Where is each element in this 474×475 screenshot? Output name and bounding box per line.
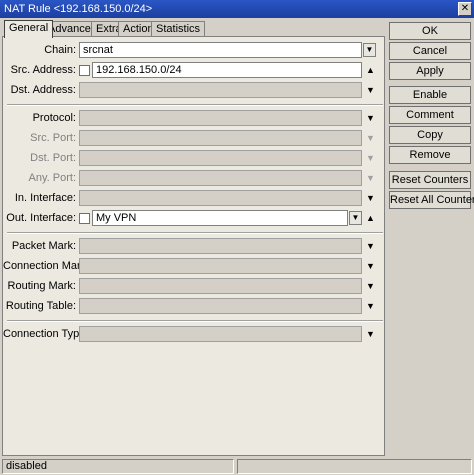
src-address-negate-checkbox[interactable] (79, 65, 90, 76)
protocol-expand-icon[interactable]: ▼ (365, 112, 376, 124)
chain-dropdown-icon[interactable]: ▼ (363, 43, 376, 57)
window-titlebar: NAT Rule <192.168.150.0/24> ✕ (0, 0, 474, 18)
protocol-input[interactable] (79, 110, 362, 126)
connection-type-input[interactable] (79, 326, 362, 342)
dst-address-input[interactable] (79, 82, 362, 98)
routing-table-input[interactable] (79, 298, 362, 314)
routing-mark-label: Routing Mark: (7, 280, 76, 292)
dst-port-expand-icon: ▼ (366, 153, 375, 163)
chain-label: Chain: (44, 44, 76, 56)
dst-address-expand-icon[interactable]: ▼ (365, 84, 376, 96)
dst-address-label: Dst. Address: (10, 84, 76, 96)
status-bar: disabled (0, 458, 474, 475)
separator (7, 320, 383, 322)
packet-mark-expand-icon[interactable]: ▼ (365, 240, 376, 252)
chain-input[interactable]: srcnat (79, 42, 362, 58)
remove-button[interactable]: Remove (389, 146, 471, 164)
src-address-label: Src. Address: (10, 64, 76, 76)
routing-mark-expand-icon[interactable]: ▼ (365, 280, 376, 292)
routing-mark-input[interactable] (79, 278, 362, 294)
packet-mark-input[interactable] (79, 238, 362, 254)
dst-port-input (79, 150, 362, 166)
connection-type-expand-icon[interactable]: ▼ (365, 328, 376, 340)
reset-all-counters-button[interactable]: Reset All Counters (389, 191, 474, 209)
in-interface-input[interactable] (79, 190, 362, 206)
reset-counters-button[interactable]: Reset Counters (389, 171, 471, 189)
out-interface-dropdown-icon[interactable]: ▼ (349, 211, 362, 225)
connection-mark-expand-icon[interactable]: ▼ (365, 260, 376, 272)
packet-mark-label: Packet Mark: (11, 240, 76, 252)
out-interface-negate-checkbox[interactable] (79, 213, 90, 224)
apply-button[interactable]: Apply (389, 62, 471, 80)
cancel-button[interactable]: Cancel (389, 42, 471, 60)
window-title: NAT Rule <192.168.150.0/24> (4, 3, 153, 15)
src-address-input[interactable]: 192.168.150.0/24 (92, 62, 362, 78)
connection-mark-input[interactable] (79, 258, 362, 274)
copy-button[interactable]: Copy (389, 126, 471, 144)
general-panel: Chain: srcnat ▼ Src. Address: 192.168.15… (2, 36, 385, 456)
separator (7, 232, 383, 234)
connection-mark-label: Connection Mark: (3, 260, 90, 272)
any-port-label: Any. Port: (28, 172, 76, 184)
any-port-expand-icon: ▼ (366, 173, 375, 183)
status-cell-empty (237, 459, 472, 474)
src-port-expand-icon: ▼ (366, 133, 375, 143)
any-port-input (79, 170, 362, 186)
out-interface-label: Out. Interface: (6, 212, 76, 224)
routing-table-expand-icon[interactable]: ▼ (365, 300, 376, 312)
connection-type-label: Connection Type: (3, 328, 89, 340)
separator (7, 104, 383, 106)
enable-button[interactable]: Enable (389, 86, 471, 104)
src-port-input (79, 130, 362, 146)
tab-statistics[interactable]: Statistics (151, 21, 206, 37)
out-interface-input[interactable]: My VPN (92, 210, 348, 226)
tab-general[interactable]: General (4, 20, 54, 38)
src-port-label: Src. Port: (30, 132, 76, 144)
protocol-label: Protocol: (32, 112, 76, 124)
src-address-collapse-icon[interactable]: ▲ (365, 64, 376, 76)
status-text: disabled (2, 459, 234, 474)
close-icon[interactable]: ✕ (458, 2, 472, 16)
ok-button[interactable]: OK (389, 22, 471, 40)
in-interface-expand-icon[interactable]: ▼ (365, 192, 376, 204)
out-interface-collapse-icon[interactable]: ▲ (365, 212, 376, 224)
dst-port-label: Dst. Port: (30, 152, 76, 164)
comment-button[interactable]: Comment (389, 106, 471, 124)
routing-table-label: Routing Table: (5, 300, 76, 312)
in-interface-label: In. Interface: (14, 192, 76, 204)
